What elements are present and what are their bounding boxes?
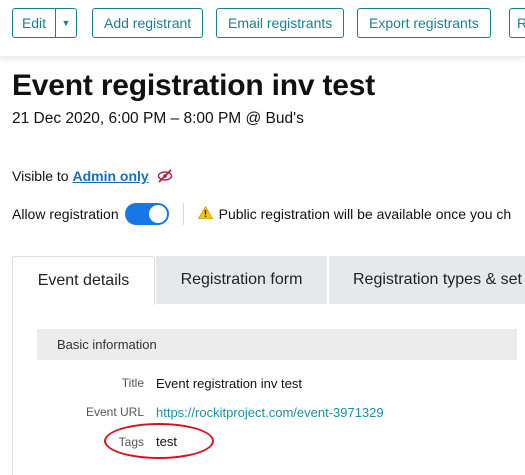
tab-registration-form[interactable]: Registration form [156, 256, 327, 304]
more-toolbar-button[interactable]: R [509, 8, 525, 38]
event-url-label: Event URL [85, 405, 144, 419]
title-value: Event registration inv test [156, 376, 302, 391]
tab-registration-types[interactable]: Registration types & set [329, 256, 525, 304]
visibility-line: Visible to Admin only [12, 168, 173, 186]
edit-button[interactable]: Edit [13, 9, 56, 37]
registration-row: Allow registration Public registration w… [12, 203, 511, 225]
title-label: Title [121, 376, 144, 390]
event-url-link[interactable]: https://rockitproject.com/event-3971329 [156, 405, 384, 420]
tab-event-details[interactable]: Event details [12, 256, 155, 306]
event-datetime: 21 Dec 2020, 6:00 PM – 8:00 PM @ Bud's [12, 110, 304, 127]
divider [182, 203, 184, 225]
warning-icon [197, 205, 213, 222]
visibility-link[interactable]: Admin only [72, 168, 148, 184]
add-registrant-button[interactable]: Add registrant [92, 8, 204, 38]
chevron-down-icon[interactable]: ▼ [56, 9, 76, 37]
toolbar: Edit ▼ Add registrant Email registrants … [0, 0, 525, 57]
section-header: Basic information [37, 329, 517, 360]
email-registrants-button[interactable]: Email registrants [216, 8, 345, 38]
allow-registration-toggle[interactable] [124, 203, 169, 225]
hidden-eye-icon [157, 169, 173, 186]
allow-registration-label: Allow registration [12, 206, 119, 222]
visibility-label: Visible to [12, 168, 69, 184]
edit-split-button[interactable]: Edit ▼ [12, 8, 77, 38]
annotation-circle [104, 423, 214, 459]
page-title: Event registration inv test [12, 69, 376, 102]
registration-notice: Public registration will be available on… [218, 206, 512, 222]
export-registrants-button[interactable]: Export registrants [357, 8, 491, 38]
